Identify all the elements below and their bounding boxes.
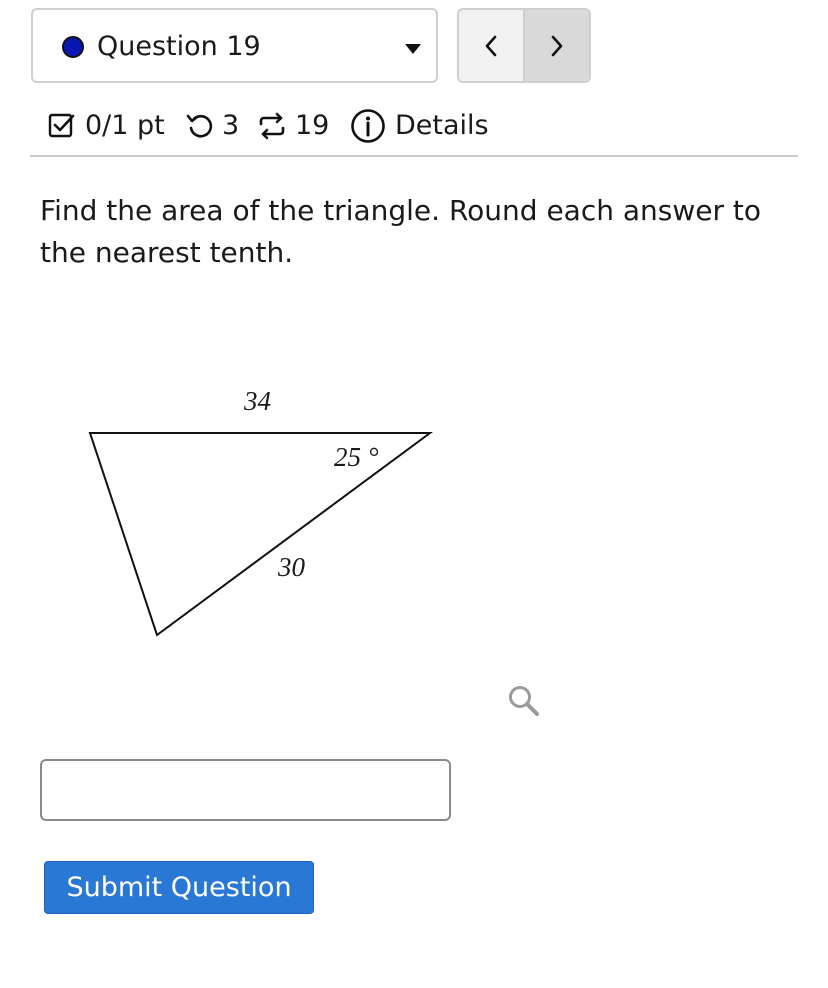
details-label: Details xyxy=(395,110,489,141)
caret-down-icon xyxy=(405,44,421,54)
divider xyxy=(30,155,798,157)
attempts-count: 3 xyxy=(222,110,240,141)
versions-count: 19 xyxy=(295,110,330,141)
triangle-shape xyxy=(88,432,434,637)
attempts-indicator: 3 xyxy=(185,106,239,146)
next-question-button[interactable] xyxy=(523,10,589,81)
chevron-left-icon xyxy=(485,35,497,56)
magnifier-icon[interactable] xyxy=(506,683,542,719)
top-side-label: 34 xyxy=(244,386,271,416)
status-dot-icon xyxy=(62,36,84,58)
previous-question-button[interactable] xyxy=(459,10,523,81)
question-page: Question 19 0/1 pt 3 19 Details Find the… xyxy=(0,0,828,988)
slant-side-label: 30 xyxy=(278,552,305,582)
question-prompt: Find the area of the triangle. Round eac… xyxy=(40,194,762,269)
score-indicator: 0/1 pt xyxy=(48,106,165,146)
question-navigation xyxy=(457,8,591,83)
score-text: 0/1 pt xyxy=(85,110,165,141)
question-selector-label: Question 19 xyxy=(97,31,261,62)
angle-label: 25 ° xyxy=(334,442,379,472)
answer-input[interactable] xyxy=(40,759,451,821)
submit-question-button[interactable]: Submit Question xyxy=(44,861,314,914)
retry-icon xyxy=(186,114,213,138)
question-selector[interactable]: Question 19 xyxy=(31,8,438,83)
info-icon xyxy=(351,109,385,143)
details-button[interactable]: Details xyxy=(350,106,489,146)
versions-indicator: 19 xyxy=(256,106,329,146)
chevron-right-icon xyxy=(551,35,563,56)
triangle-figure xyxy=(88,432,434,637)
repeat-icon xyxy=(259,112,285,140)
checkbox-icon xyxy=(48,113,75,138)
